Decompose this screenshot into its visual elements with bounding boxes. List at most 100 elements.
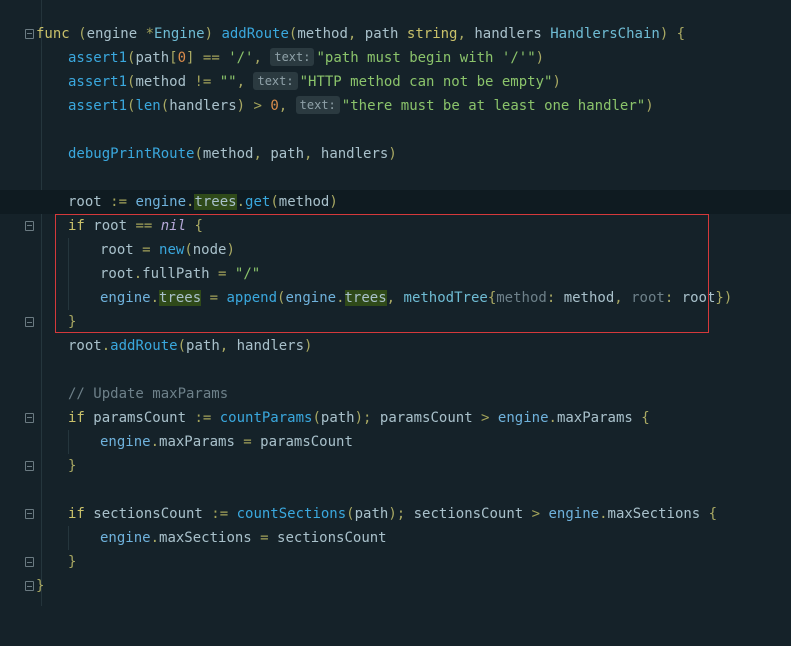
code-line[interactable]: // Update maxParams <box>0 382 791 406</box>
punctuation: } <box>36 578 45 594</box>
field: maxParams <box>556 410 633 426</box>
identifier: method <box>297 26 348 42</box>
punctuation: ) <box>204 26 222 42</box>
string-literal: "HTTP method can not be empty" <box>299 74 553 90</box>
punctuation: . <box>101 338 111 354</box>
comment: // Update maxParams <box>68 386 229 402</box>
punctuation: . <box>548 410 557 426</box>
function-name: get <box>245 194 271 210</box>
punctuation: }) <box>715 290 733 306</box>
type-name: HandlersChain <box>541 26 660 42</box>
punctuation: , <box>253 146 271 162</box>
code-line[interactable]: if sectionsCount := countSections(path);… <box>0 502 791 526</box>
function-name: assert1 <box>68 50 128 66</box>
identifier: paramsCount <box>260 434 353 450</box>
identifier: engine <box>86 26 138 42</box>
code-line[interactable]: engine.maxSections = sectionsCount <box>0 526 791 550</box>
identifier: engine <box>100 434 151 450</box>
identifier: paramsCount <box>84 410 187 426</box>
code-line[interactable]: debugPrintRoute(method, path, handlers) <box>0 142 791 166</box>
code-line-current[interactable]: root := engine.trees.get(method) <box>0 190 791 214</box>
identifier: handlers <box>169 98 237 114</box>
punctuation: , <box>278 98 296 114</box>
identifier: engine <box>135 194 187 210</box>
punctuation: } <box>68 458 77 474</box>
operator: := <box>101 194 136 210</box>
number: 0 <box>177 50 187 66</box>
punctuation: ) <box>354 410 364 426</box>
identifier: handlers <box>236 338 305 354</box>
code-line[interactable]: assert1(method != "", text: "HTTP method … <box>0 70 791 94</box>
type-keyword: string <box>398 26 458 42</box>
operator: > <box>523 506 549 522</box>
punctuation: , <box>457 26 475 42</box>
code-editor[interactable]: func (engine *Engine) addRoute(method, p… <box>0 0 791 606</box>
identifier: method <box>278 194 330 210</box>
number: 0 <box>270 98 279 114</box>
identifier: root <box>68 194 102 210</box>
identifier: engine <box>548 506 600 522</box>
identifier: engine <box>100 530 151 546</box>
parameter-hint: text: <box>270 48 315 66</box>
identifier: path <box>364 26 399 42</box>
punctuation: ) <box>552 74 561 90</box>
code-line[interactable]: } <box>0 454 791 478</box>
punctuation: ) <box>388 146 397 162</box>
keyword: func <box>36 26 70 42</box>
code-line[interactable]: assert1(len(handlers) > 0, text: "there m… <box>0 94 791 118</box>
punctuation: ) <box>645 98 654 114</box>
punctuation: { <box>700 506 718 522</box>
operator: == <box>194 50 229 66</box>
punctuation: ; <box>363 410 380 426</box>
function-name: addRoute <box>221 26 289 42</box>
punctuation: ) <box>236 98 246 114</box>
punctuation: . <box>150 434 160 450</box>
punctuation: { <box>632 410 650 426</box>
punctuation: ) <box>304 338 313 354</box>
operator: = <box>251 530 278 546</box>
punctuation: , <box>347 26 365 42</box>
punctuation: , <box>219 338 237 354</box>
operator: * <box>137 26 155 42</box>
punctuation: ( <box>160 98 170 114</box>
identifier: sectionsCount <box>413 506 524 522</box>
punctuation: } <box>68 554 77 570</box>
operator: != <box>186 74 220 90</box>
code-line[interactable]: root.addRoute(path, handlers) <box>0 334 791 358</box>
punctuation: ( <box>177 338 187 354</box>
punctuation: ( <box>69 26 87 42</box>
field-highlight: trees <box>194 194 237 210</box>
identifier: engine <box>497 410 549 426</box>
code-line[interactable]: engine.maxParams = paramsCount <box>0 430 791 454</box>
punctuation: , <box>304 146 321 162</box>
code-line[interactable]: } <box>0 550 791 574</box>
operator: > <box>472 410 498 426</box>
operator: = <box>234 434 261 450</box>
punctuation: ( <box>312 410 321 426</box>
operator: > <box>245 98 271 114</box>
selection-highlight-box <box>55 214 709 333</box>
identifier: root <box>68 338 102 354</box>
builtin-function: len <box>135 98 161 114</box>
identifier: path <box>320 410 355 426</box>
function-name: countSections <box>236 506 347 522</box>
function-name: debugPrintRoute <box>68 146 195 162</box>
type-name: Engine <box>154 26 205 42</box>
function-name: assert1 <box>68 74 128 90</box>
punctuation: , <box>253 50 271 66</box>
identifier: sectionsCount <box>277 530 387 546</box>
code-line[interactable]: if paramsCount := countParams(path); par… <box>0 406 791 430</box>
punctuation: ( <box>194 146 203 162</box>
identifier: paramsCount <box>379 410 473 426</box>
punctuation: ) { <box>659 26 686 42</box>
identifier: path <box>186 338 220 354</box>
string-literal: '/' <box>228 50 254 66</box>
identifier: handlers <box>474 26 542 42</box>
code-line[interactable]: func (engine *Engine) addRoute(method, p… <box>0 22 791 46</box>
identifier: path <box>354 506 389 522</box>
code-line[interactable]: } <box>0 574 791 598</box>
punctuation: ( <box>346 506 355 522</box>
code-line[interactable]: assert1(path[0] == '/', text: "path must … <box>0 46 791 70</box>
keyword: if <box>68 410 85 426</box>
field: maxSections <box>159 530 252 546</box>
